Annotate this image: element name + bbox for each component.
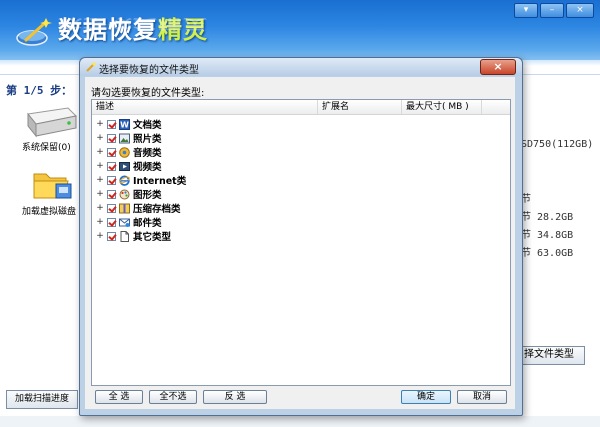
load-scan-progress-button[interactable]: 加载扫描进度	[6, 390, 78, 409]
file-type-checkbox[interactable]	[107, 133, 116, 143]
svg-text:W: W	[120, 120, 129, 129]
cancel-button[interactable]: 取消	[457, 390, 507, 404]
file-type-checkbox[interactable]	[107, 189, 116, 199]
column-description[interactable]: 描述	[92, 100, 318, 114]
select-none-button[interactable]: 全不选	[149, 390, 197, 404]
window-menu-button[interactable]: ▾	[514, 3, 538, 18]
file-type-label: 图形类	[133, 190, 162, 201]
close-button[interactable]: ×	[566, 3, 594, 18]
load-virtual-disk-label[interactable]: 加载虚拟磁盘	[22, 204, 76, 217]
magic-wand-icon	[86, 62, 96, 72]
graphics-icon	[119, 189, 130, 199]
file-type-label: 压缩存档类	[133, 204, 181, 215]
dialog-body: 请勾选要恢复的文件类型: 描述 扩展名 最大尺寸( MB ) + W 文档类 +…	[85, 77, 515, 409]
expand-icon[interactable]: +	[96, 147, 104, 157]
file-type-dialog: 选择要恢复的文件类型 × 请勾选要恢复的文件类型: 描述 扩展名 最大尺寸( M…	[79, 57, 523, 416]
file-type-row[interactable]: + 压缩存档类	[96, 201, 181, 215]
file-type-label: 文档类	[133, 120, 162, 131]
select-all-button[interactable]: 全 选	[95, 390, 143, 404]
file-type-row[interactable]: + 音频类	[96, 145, 162, 159]
column-extension[interactable]: 扩展名	[318, 100, 402, 114]
file-type-label: 照片类	[133, 134, 162, 145]
partition-row[interactable]: 节 34.8GB	[521, 226, 573, 241]
status-strip	[0, 416, 600, 427]
partition-row[interactable]: 节 63.0GB	[521, 244, 573, 259]
invert-selection-button[interactable]: 反 选	[203, 390, 267, 404]
file-type-checkbox[interactable]	[107, 217, 116, 227]
file-type-row[interactable]: + 其它类型	[96, 229, 171, 243]
expand-icon[interactable]: +	[96, 203, 104, 213]
expand-icon[interactable]: +	[96, 175, 104, 185]
file-type-row[interactable]: + 图形类	[96, 187, 162, 201]
expand-icon[interactable]: +	[96, 119, 104, 129]
column-max-size[interactable]: 最大尺寸( MB )	[402, 100, 482, 114]
archive-icon	[119, 203, 130, 213]
file-type-row[interactable]: + 邮件类	[96, 215, 162, 229]
file-type-row[interactable]: + 照片类	[96, 131, 162, 145]
list-header: 描述 扩展名 最大尺寸( MB )	[92, 100, 510, 115]
select-file-type-button[interactable]: 择文件类型	[513, 346, 585, 365]
dialog-title: 选择要恢复的文件类型	[99, 65, 199, 76]
expand-icon[interactable]: +	[96, 161, 104, 171]
file-type-label: 其它类型	[133, 232, 172, 243]
file-type-checkbox[interactable]	[107, 203, 116, 213]
step-indicator: 第 1/5 步：	[6, 84, 73, 97]
file-type-label: Internet类	[133, 176, 187, 187]
disk-name: SD750(112GB)	[521, 139, 594, 150]
file-type-checkbox[interactable]	[107, 231, 116, 241]
expand-icon[interactable]: +	[96, 217, 104, 227]
photo-icon	[119, 133, 130, 143]
file-type-checkbox[interactable]	[107, 175, 116, 185]
system-reserved-drive-label[interactable]: 系统保留(0)	[22, 140, 71, 153]
file-type-label: 音频类	[133, 148, 162, 159]
video-icon	[119, 161, 130, 171]
file-type-list[interactable]: 描述 扩展名 最大尺寸( MB ) + W 文档类 + 照片类 + 音频类 + …	[91, 99, 511, 386]
word-document-icon: W	[119, 118, 130, 130]
file-type-row[interactable]: + W 文档类	[96, 117, 162, 131]
file-type-row[interactable]: + Internet类	[96, 173, 186, 187]
dialog-prompt: 请勾选要恢复的文件类型:	[91, 88, 205, 99]
expand-icon[interactable]: +	[96, 231, 104, 241]
audio-icon	[119, 146, 130, 158]
file-type-label: 邮件类	[133, 218, 162, 229]
hard-drive-icon[interactable]	[22, 106, 78, 140]
minimize-button[interactable]: –	[540, 3, 564, 18]
file-type-checkbox[interactable]	[107, 161, 116, 171]
file-type-checkbox[interactable]	[107, 147, 116, 157]
dialog-titlebar[interactable]: 选择要恢复的文件类型 ×	[80, 58, 522, 76]
file-type-label: 视频类	[133, 162, 162, 173]
ok-button[interactable]: 确定	[401, 390, 451, 404]
file-type-row[interactable]: + 视频类	[96, 159, 162, 173]
file-type-checkbox[interactable]	[107, 119, 116, 129]
internet-explorer-icon	[119, 174, 130, 186]
magic-wand-logo-icon	[16, 18, 52, 46]
expand-icon[interactable]: +	[96, 189, 104, 199]
expand-icon[interactable]: +	[96, 133, 104, 143]
dialog-close-button[interactable]: ×	[480, 59, 516, 75]
app-title: 数据恢复精灵	[58, 16, 208, 44]
mail-icon	[119, 218, 130, 227]
partition-row[interactable]: 节 28.2GB	[521, 208, 573, 223]
window-controls: ▾ – ×	[514, 3, 594, 18]
virtual-disk-folder-icon[interactable]	[32, 168, 74, 202]
other-file-icon	[120, 230, 129, 242]
